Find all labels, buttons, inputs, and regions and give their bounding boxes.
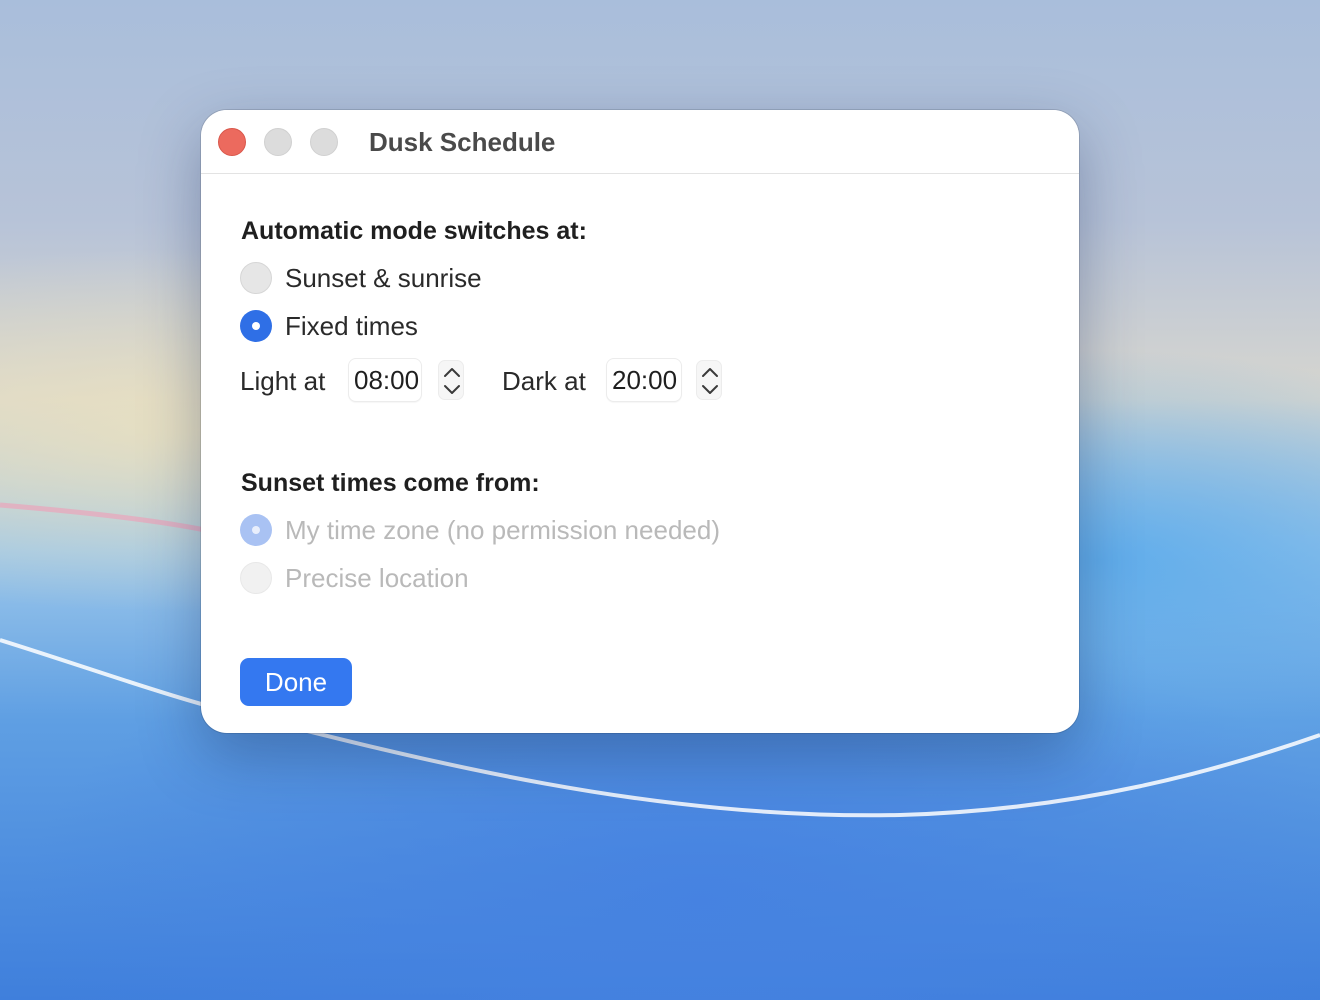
radio-label-my-time-zone: My time zone (no permission needed) — [285, 515, 720, 545]
dark-at-label: Dark at — [502, 366, 586, 396]
radio-button-fixed-times[interactable] — [240, 310, 272, 342]
radio-label-precise-location: Precise location — [285, 563, 469, 593]
light-time-stepper[interactable] — [438, 360, 464, 400]
radio-button-my-time-zone[interactable] — [240, 514, 272, 546]
dark-time-field[interactable]: 20:00 — [606, 358, 682, 402]
radio-label-sunset-sunrise: Sunset & sunrise — [285, 263, 482, 293]
zoom-window-button — [310, 128, 338, 156]
minimize-window-button — [264, 128, 292, 156]
stepper-arrows-icon — [702, 368, 718, 394]
source-section-heading: Sunset times come from: — [241, 469, 540, 497]
light-time-field[interactable]: 08:00 — [348, 358, 422, 402]
light-at-label: Light at — [240, 366, 326, 396]
radio-label-fixed-times: Fixed times — [285, 311, 418, 341]
window-title: Dusk Schedule — [369, 127, 556, 157]
radio-fixed-times[interactable]: Fixed times — [240, 309, 418, 343]
mode-section-heading: Automatic mode switches at: — [241, 217, 587, 245]
radio-my-time-zone[interactable]: My time zone (no permission needed) — [240, 513, 720, 547]
radio-precise-location[interactable]: Precise location — [240, 561, 469, 595]
radio-button-precise-location[interactable] — [240, 562, 272, 594]
radio-button-sunset-sunrise[interactable] — [240, 262, 272, 294]
dark-time-stepper[interactable] — [696, 360, 722, 400]
done-button[interactable]: Done — [240, 658, 352, 706]
radio-sunset-sunrise[interactable]: Sunset & sunrise — [240, 261, 482, 295]
dusk-schedule-window: Dusk Schedule Automatic mode switches at… — [201, 110, 1079, 733]
stepper-arrows-icon — [444, 368, 460, 394]
close-window-button[interactable] — [218, 128, 246, 156]
titlebar: Dusk Schedule — [201, 110, 1079, 174]
